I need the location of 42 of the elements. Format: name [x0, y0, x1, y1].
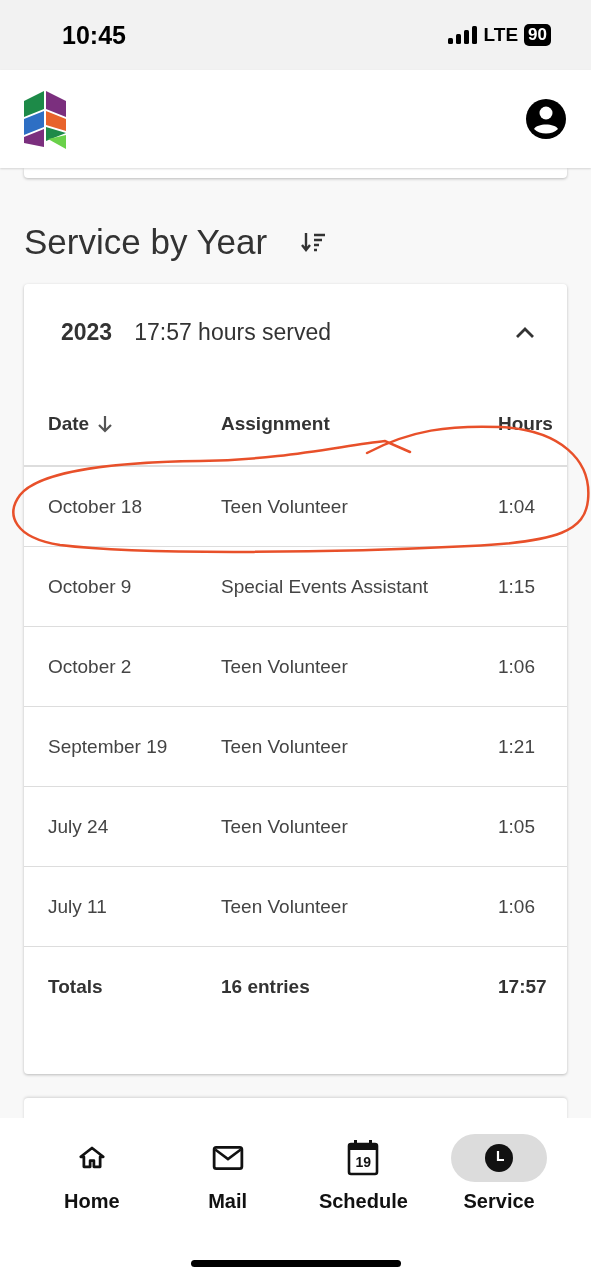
nav-tab[interactable]: Home — [24, 1134, 160, 1213]
status-time: 10:45 — [62, 20, 126, 50]
hours-cell-text: 1:04 — [498, 495, 536, 518]
expand-toggle-icon[interactable] — [515, 325, 535, 339]
assignment-cell-text: Teen Volunteer — [221, 815, 349, 838]
date-cell-text: October 2 — [48, 655, 133, 678]
date-cell-text: October 18 — [48, 495, 143, 518]
calendar-icon: 19 — [347, 1140, 380, 1176]
hours-summary: 17:57 hours served — [134, 318, 333, 346]
date-cell-text: July 24 — [48, 815, 110, 838]
nav-tab[interactable]: 19 Schedule — [295, 1134, 432, 1213]
date-cell-text: October 9 — [48, 575, 133, 598]
column-header[interactable]: Assignment — [221, 413, 498, 435]
hours-cell-text: 1:21 — [498, 735, 536, 758]
sort-icon[interactable] — [301, 231, 328, 253]
assignment-cell-text: Teen Volunteer — [221, 895, 349, 918]
network-label: LTE — [483, 24, 519, 46]
sort-arrow-icon — [97, 415, 114, 433]
totals-label: Totals — [48, 975, 104, 998]
hours-cell-text: 1:06 — [498, 655, 536, 678]
assignment-cell-text: Teen Volunteer — [221, 655, 349, 678]
date-cell-text: September 19 — [48, 735, 169, 758]
year-label: 2023 — [61, 318, 113, 346]
nav-tab[interactable]: Service — [431, 1134, 567, 1213]
signal-icon — [447, 26, 478, 44]
assignment-cell-text: Special Events Assistant — [221, 575, 429, 598]
mail-icon — [211, 1144, 244, 1172]
date-cell-text: July 11 — [48, 895, 108, 918]
hours-cell-text: 1:05 — [498, 815, 536, 838]
assignment-cell-text: Teen Volunteer — [221, 495, 349, 518]
hours-total: 17:57 — [498, 975, 548, 998]
battery-level: 90 — [524, 24, 551, 46]
hours-cell-text: 1:06 — [498, 895, 536, 918]
entries-total: 16 entries — [221, 975, 311, 998]
nav-tab[interactable]: Mail — [159, 1134, 296, 1213]
assignment-cell-text: Teen Volunteer — [221, 735, 349, 758]
account-icon[interactable] — [525, 98, 567, 140]
clock-icon — [484, 1143, 515, 1173]
section-title: Service by Year — [24, 222, 268, 262]
app-logo — [24, 89, 68, 149]
hours-cell-text: 1:15 — [498, 575, 536, 598]
column-header[interactable]: Date — [48, 413, 221, 435]
